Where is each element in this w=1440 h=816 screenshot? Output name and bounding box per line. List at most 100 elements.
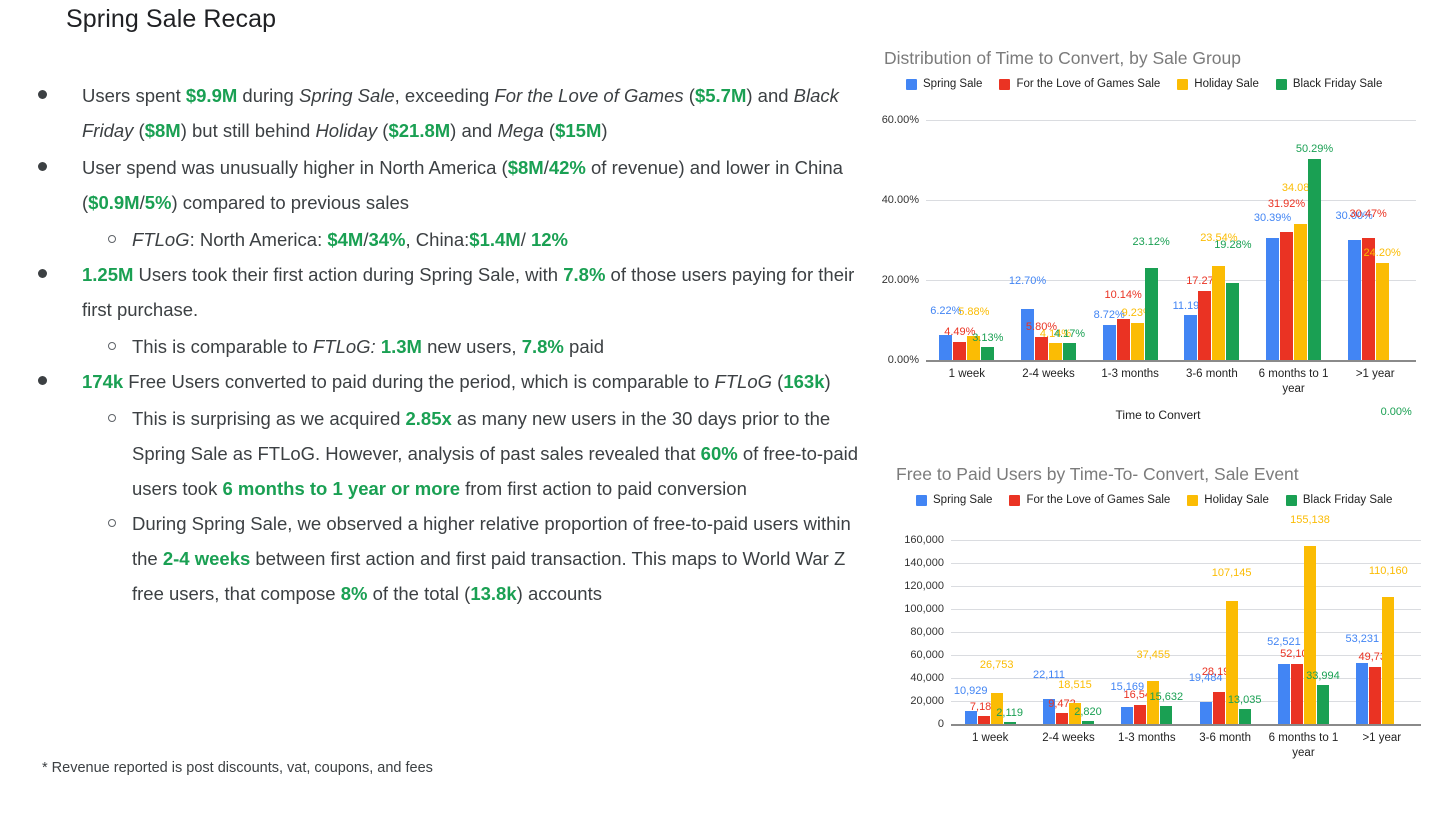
bar[interactable] bbox=[1212, 691, 1225, 724]
bar[interactable] bbox=[964, 711, 977, 724]
bullet-circle-icon bbox=[108, 414, 116, 422]
legend-item[interactable]: Black Friday Sale bbox=[1275, 78, 1382, 90]
bar-column[interactable]: 5.88% bbox=[958, 120, 989, 360]
legend-item[interactable]: For the Love of Games Sale bbox=[999, 78, 1160, 90]
bar-column[interactable]: 110,160 bbox=[1369, 540, 1408, 724]
plain-text: ) bbox=[824, 371, 831, 392]
bar[interactable] bbox=[1226, 282, 1240, 360]
legend-swatch-icon bbox=[1187, 494, 1199, 506]
bars: 10,929 7,185 26,753 2,119 bbox=[951, 540, 1029, 724]
bar-column[interactable]: 23.12% bbox=[1133, 120, 1170, 360]
bar-column[interactable]: 19.28% bbox=[1214, 120, 1252, 360]
bar-column[interactable]: 50.29% bbox=[1296, 120, 1333, 360]
bar-column[interactable]: 155,138 bbox=[1290, 514, 1330, 724]
legend-label: Black Friday Sale bbox=[1302, 494, 1393, 506]
bar-column[interactable]: 13,035 bbox=[1228, 540, 1261, 724]
bar-column[interactable]: 6.22% bbox=[930, 120, 961, 360]
bars: 52,521 52,105 155,138 33,994 bbox=[1264, 514, 1342, 724]
bar-column[interactable]: 30.47% bbox=[1350, 120, 1387, 360]
bar[interactable] bbox=[1369, 666, 1382, 724]
legend-item[interactable]: Spring Sale bbox=[906, 78, 982, 90]
bar-column[interactable]: 4.17% bbox=[1054, 120, 1085, 360]
bar[interactable] bbox=[1160, 706, 1173, 724]
legend-item[interactable]: Holiday Sale bbox=[1177, 78, 1259, 90]
legend-item[interactable]: Spring Sale bbox=[916, 494, 992, 506]
bar-column[interactable]: 18,515 bbox=[1058, 540, 1092, 724]
bar-column[interactable]: 9,472 bbox=[1048, 540, 1076, 724]
bar[interactable] bbox=[1212, 265, 1226, 360]
bar[interactable] bbox=[1184, 315, 1198, 360]
bar-column[interactable]: 4.49% bbox=[944, 120, 975, 360]
bar[interactable] bbox=[1277, 663, 1290, 724]
bar[interactable] bbox=[1238, 709, 1251, 724]
bar-column[interactable]: 2,119 bbox=[996, 540, 1023, 724]
bar[interactable] bbox=[1375, 263, 1389, 360]
bullet-item-level2: During Spring Sale, we observed a higher… bbox=[30, 506, 860, 611]
bar-column[interactable]: 0.00% bbox=[1381, 120, 1412, 418]
bar-column[interactable]: 15,632 bbox=[1149, 540, 1183, 724]
bar-column[interactable]: 31.92% bbox=[1268, 120, 1305, 360]
y-axis-tick-label: 160,000 bbox=[904, 534, 944, 546]
bar-column[interactable]: 10,929 bbox=[954, 540, 987, 724]
bar-column[interactable]: 53,231 bbox=[1345, 540, 1379, 724]
bar-column[interactable]: 33,994 bbox=[1306, 540, 1340, 724]
legend-item[interactable]: For the Love of Games Sale bbox=[1009, 494, 1170, 506]
bar[interactable] bbox=[1102, 325, 1116, 360]
bar-column[interactable]: 22,111 bbox=[1033, 540, 1065, 724]
bar-column[interactable]: 30.00% bbox=[1336, 120, 1373, 360]
x-axis-tick-label: 3-6 month bbox=[1185, 368, 1238, 380]
bar[interactable] bbox=[1347, 240, 1361, 360]
bar[interactable] bbox=[953, 342, 967, 360]
bar-column[interactable]: 4.14% bbox=[1040, 120, 1071, 360]
bar-column[interactable]: 52,105 bbox=[1280, 540, 1314, 724]
plain-text: ) compared to previous sales bbox=[171, 192, 410, 213]
bar[interactable] bbox=[1294, 223, 1308, 360]
bar[interactable] bbox=[1198, 290, 1212, 360]
bar[interactable] bbox=[1144, 267, 1158, 360]
bar[interactable] bbox=[939, 335, 953, 360]
bar[interactable] bbox=[1303, 545, 1316, 724]
bar-column[interactable] bbox=[1395, 540, 1407, 724]
bar-column[interactable]: 52,521 bbox=[1267, 540, 1301, 724]
bar-column[interactable]: 8.72% bbox=[1094, 120, 1125, 360]
bar-column[interactable]: 7,185 bbox=[970, 540, 997, 724]
bar[interactable] bbox=[1266, 238, 1280, 360]
bar-column[interactable]: 26,753 bbox=[980, 540, 1013, 724]
bullet-item-level1: 174k Free Users converted to paid during… bbox=[30, 364, 860, 399]
bar-column[interactable]: 10.14% bbox=[1105, 120, 1142, 360]
bar[interactable] bbox=[1021, 309, 1034, 360]
bar-column[interactable]: 34.08% bbox=[1282, 120, 1319, 360]
legend-item[interactable]: Black Friday Sale bbox=[1285, 494, 1393, 506]
bar-group: 19,484 28,196 107,145 13,035 3-6 month bbox=[1186, 540, 1264, 744]
bar[interactable] bbox=[1116, 319, 1130, 360]
bar[interactable] bbox=[1280, 232, 1294, 360]
bar[interactable] bbox=[1316, 684, 1329, 724]
bar-column[interactable]: 16,541 bbox=[1123, 540, 1157, 724]
bar-column[interactable]: 19,484 bbox=[1189, 540, 1222, 724]
plain-text: ) and bbox=[450, 120, 498, 141]
bar[interactable] bbox=[1121, 706, 1134, 724]
bar[interactable] bbox=[1130, 323, 1144, 360]
bar-column[interactable]: 24.20% bbox=[1364, 120, 1401, 360]
bar[interactable] bbox=[1049, 343, 1062, 360]
bar[interactable] bbox=[977, 715, 990, 724]
bar[interactable] bbox=[1081, 720, 1094, 724]
bar[interactable] bbox=[1199, 701, 1212, 724]
highlight-metric: $21.8M bbox=[388, 120, 451, 141]
bar[interactable] bbox=[1290, 664, 1303, 724]
bar-column[interactable]: 11.19% bbox=[1173, 120, 1209, 360]
bar[interactable] bbox=[1356, 662, 1369, 724]
bar[interactable] bbox=[1003, 721, 1016, 724]
bar[interactable] bbox=[1063, 343, 1076, 360]
bar-column[interactable]: 2,820 bbox=[1074, 540, 1102, 724]
legend-item[interactable]: Holiday Sale bbox=[1187, 494, 1269, 506]
bar[interactable] bbox=[1382, 597, 1395, 724]
bar[interactable] bbox=[1134, 704, 1147, 724]
highlight-metric: 42% bbox=[548, 157, 586, 178]
bar[interactable] bbox=[1308, 158, 1322, 360]
bar[interactable] bbox=[981, 347, 995, 360]
bar-column[interactable]: 5.80% bbox=[1026, 120, 1057, 360]
bar-column[interactable]: 3.13% bbox=[972, 120, 1003, 360]
bar-column[interactable]: 30.39% bbox=[1254, 120, 1291, 360]
bar[interactable] bbox=[1055, 713, 1068, 724]
